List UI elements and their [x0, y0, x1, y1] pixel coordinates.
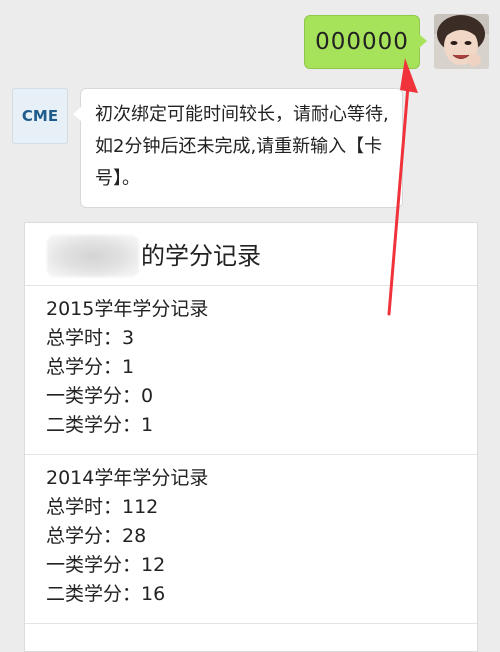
- card-title-text: 的学分记录: [141, 242, 261, 270]
- outgoing-message-bubble[interactable]: 000000: [304, 15, 427, 69]
- card-divider: [25, 454, 477, 455]
- record-class-one-credits: 一类学分：0: [46, 385, 154, 407]
- record-total-credits: 总学分：1: [46, 356, 135, 378]
- record-total-hours: 总学时：112: [46, 496, 159, 518]
- credit-record-card[interactable]: 的学分记录 2015学年学分记录 总学时：3 总学分：1 一类学分：0 二类学分…: [24, 222, 478, 652]
- record-heading: 2015学年学分记录: [46, 298, 209, 320]
- record-total-credits: 总学分：28: [46, 525, 147, 547]
- record-class-one-credits: 一类学分：12: [46, 554, 166, 576]
- cme-avatar[interactable]: CME: [12, 88, 68, 144]
- record-2015: 2015学年学分记录 总学时：3 总学分：1 一类学分：0 二类学分：1: [46, 295, 466, 440]
- incoming-message-bubble[interactable]: 初次绑定可能时间较长，请耐心等待,如2分钟后还未完成,请重新输入【卡号】。: [73, 88, 403, 208]
- record-2014: 2014学年学分记录 总学时：112 总学分：28 一类学分：12 二类学分：1…: [46, 464, 466, 609]
- record-heading: 2014学年学分记录: [46, 467, 209, 489]
- incoming-message-text: 初次绑定可能时间较长，请耐心等待,如2分钟后还未完成,请重新输入【卡号】。: [95, 104, 389, 189]
- card-divider: [25, 285, 477, 286]
- cme-logo-text: CME: [21, 107, 59, 125]
- record-class-two-credits: 二类学分：16: [46, 583, 166, 605]
- user-avatar[interactable]: [434, 14, 489, 69]
- outgoing-message-text: 000000: [315, 29, 409, 55]
- card-divider: [25, 623, 477, 624]
- user-photo-avatar-icon: [434, 14, 489, 69]
- card-title: 的学分记录: [47, 235, 467, 277]
- blurred-name-redaction: [47, 235, 139, 277]
- record-total-hours: 总学时：3: [46, 327, 135, 349]
- record-class-two-credits: 二类学分：1: [46, 414, 154, 436]
